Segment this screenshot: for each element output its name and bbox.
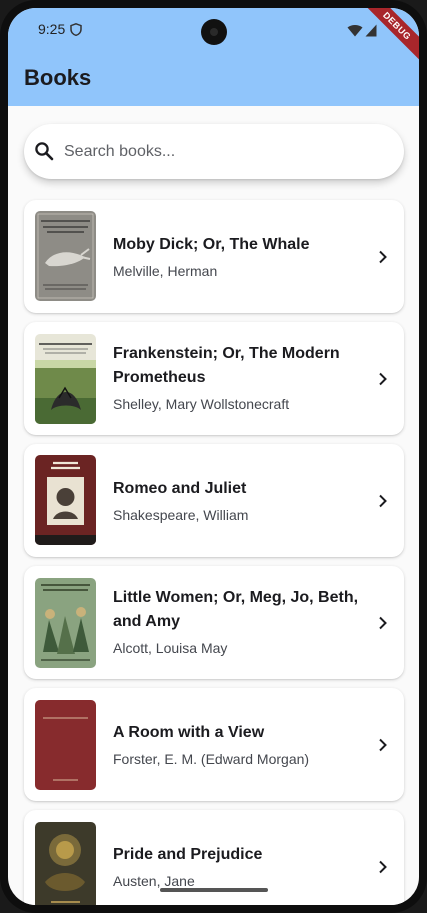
search-input[interactable] — [64, 134, 384, 169]
shield-icon — [70, 23, 82, 36]
book-title: Romeo and Juliet — [113, 480, 247, 497]
device-frame: 9:25 DEBUG Books Search books... Moby Di… — [0, 0, 427, 913]
chevron-right-icon — [379, 494, 387, 508]
room-with-a-view-cover — [35, 700, 96, 790]
book-author: Forster, E. M. (Edward Morgan) — [113, 751, 310, 767]
book-text: Pride and Prejudice Austen, Jane — [113, 843, 363, 891]
search-bar[interactable] — [24, 124, 404, 179]
book-list-item[interactable]: Romeo and Juliet Shakespeare, William — [24, 444, 404, 557]
page-title: Books — [24, 65, 92, 90]
book-title: Little Women; Or, Meg, Jo, Beth, and Amy — [113, 589, 359, 630]
chevron-right-icon — [379, 250, 387, 264]
status-time: 9:25 — [38, 21, 66, 37]
book-list-item[interactable]: A Room with a View Forster, E. M. (Edwar… — [24, 688, 404, 801]
search-icon — [35, 142, 54, 161]
book-author: Melville, Herman — [113, 263, 218, 279]
book-author: Shakespeare, William — [113, 507, 249, 523]
book-list-item[interactable]: Little Women; Or, Meg, Jo, Beth, and Amy… — [24, 566, 404, 679]
book-list-item[interactable]: Moby Dick; Or, The Whale Melville, Herma… — [24, 200, 404, 313]
book-title: Frankenstein; Or, The Modern Prometheus — [113, 345, 340, 386]
book-author: Alcott, Louisa May — [113, 640, 228, 656]
romeo-and-juliet-cover — [35, 455, 96, 545]
frankenstein-cover — [35, 334, 96, 424]
chevron-right-icon — [379, 860, 387, 874]
book-text: Frankenstein; Or, The Modern Prometheus … — [113, 342, 363, 414]
front-camera — [201, 19, 227, 45]
book-text: Moby Dick; Or, The Whale Melville, Herma… — [113, 233, 363, 281]
book-author: Shelley, Mary Wollstonecraft — [113, 396, 290, 412]
home-indicator[interactable] — [160, 888, 268, 892]
screen: 9:25 DEBUG Books Search books... Moby Di… — [8, 8, 419, 905]
chevron-right-icon — [379, 372, 387, 386]
book-title: Moby Dick; Or, The Whale — [113, 236, 310, 253]
book-text: Romeo and Juliet Shakespeare, William — [113, 477, 363, 525]
book-text: Little Women; Or, Meg, Jo, Beth, and Amy… — [113, 586, 363, 658]
wifi-icon — [347, 25, 363, 37]
chevron-right-icon — [379, 616, 387, 630]
pride-and-prejudice-cover — [35, 822, 96, 905]
chevron-right-icon — [379, 738, 387, 752]
signal-icon — [365, 24, 377, 37]
status-bar: 9:25 DEBUG — [8, 8, 419, 66]
moby-dick-cover — [35, 211, 96, 301]
book-text: A Room with a View Forster, E. M. (Edwar… — [113, 721, 363, 769]
little-women-cover — [35, 578, 96, 668]
book-title: A Room with a View — [113, 724, 265, 741]
app-bar: 9:25 DEBUG Books — [8, 8, 419, 106]
book-list-item[interactable]: Frankenstein; Or, The Modern Prometheus … — [24, 322, 404, 435]
book-title: Pride and Prejudice — [113, 846, 263, 863]
